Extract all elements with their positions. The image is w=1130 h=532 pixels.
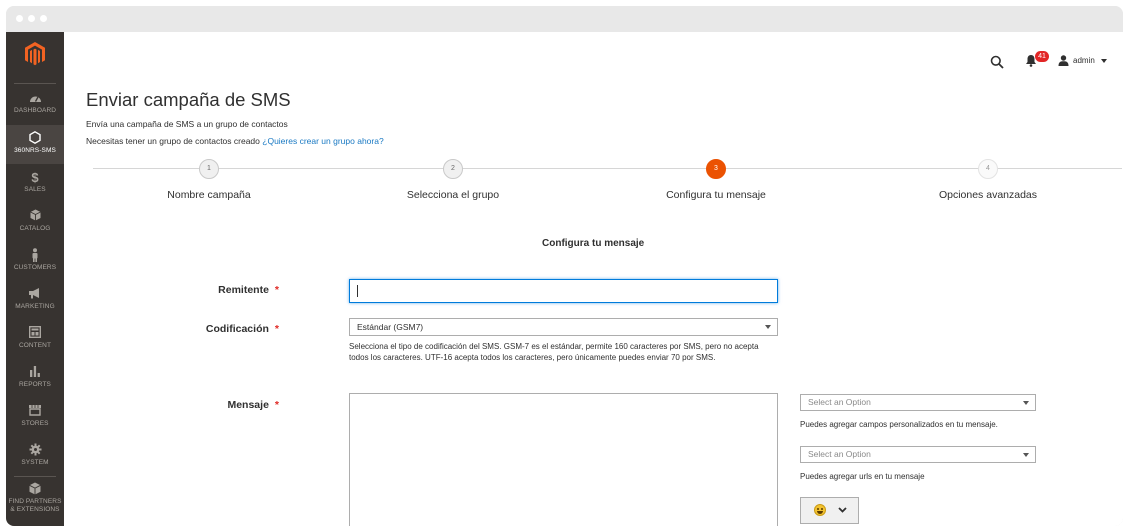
magento-logo-icon [25,42,45,66]
encoding-select-value: Estándar (GSM7) [357,322,424,332]
user-icon [1058,55,1069,67]
sidebar-item-label: REPORTS [18,381,51,388]
dropdown-arrow-icon [1023,452,1029,457]
field-label-text: Codificación [205,323,269,335]
sidebar-item-marketing[interactable]: MARKETING [6,281,64,320]
cube-icon [6,482,64,498]
step-3[interactable]: 3 Configura tu mensaje [616,159,816,201]
store-icon [6,404,64,420]
step-number: 3 [706,159,726,179]
intro-text-group: Necesitas tener un grupo de contactos cr… [86,136,384,146]
search-icon[interactable] [990,55,1004,69]
sidebar-item-label: SYSTEM [21,459,49,466]
message-label: Mensaje * [89,399,279,411]
sidebar-item-label: CUSTOMERS [13,264,57,271]
sidebar-item-label: STORES [21,420,49,427]
window-dot [28,15,35,22]
step-label: Selecciona el grupo [406,189,500,201]
message-textarea[interactable] [349,393,778,526]
chevron-down-icon [1101,58,1108,63]
sidebar-item-find-partners[interactable]: FIND PARTNERS & EXTENSIONS [6,479,64,525]
chevron-down-icon [838,507,847,513]
magento-logo[interactable] [6,32,64,80]
sidebar-item-reports[interactable]: REPORTS [6,359,64,398]
field-label-text: Remitente [218,284,269,296]
hexagon-icon [6,130,64,147]
field-label-text: Mensaje [227,399,269,411]
sidebar-item-label: DASHBOARD [13,107,57,114]
sidebar-item-system[interactable]: SYSTEM [6,437,64,476]
step-label: Configura tu mensaje [666,189,766,201]
encoding-select[interactable]: Estándar (GSM7) [349,318,778,336]
step-1[interactable]: 1 Nombre campaña [109,159,309,201]
notification-badge: 41 [1035,51,1049,62]
admin-sidebar: DASHBOARD 360NRS-SMS $ SALES CATALOG CUS… [6,32,64,526]
custom-fields-select[interactable]: Select an Option [800,394,1036,411]
step-number: 1 [199,159,219,179]
dashboard-icon [6,91,64,107]
window-dot [16,15,23,22]
browser-frame: DASHBOARD 360NRS-SMS $ SALES CATALOG CUS… [6,6,1123,526]
urls-note: Puedes agregar urls en tu mensaje [800,472,925,481]
required-mark: * [274,284,279,296]
text-caret [357,285,358,297]
bar-chart-icon [6,365,64,381]
custom-fields-note: Puedes agregar campos personalizados en … [800,420,998,429]
box-icon [6,209,64,225]
page-title: Enviar campaña de SMS [86,89,291,110]
required-mark: * [274,399,279,411]
main-content: 41 admin Enviar campaña de SMS Envía una… [64,32,1123,526]
section-title: Configura tu mensaje [542,238,645,249]
layout-icon [6,325,64,342]
required-mark: * [274,323,279,335]
intro-text: Necesitas tener un grupo de contactos cr… [86,136,260,146]
sidebar-item-label: SALES [24,186,46,193]
custom-fields-select-value: Select an Option [808,397,871,407]
urls-select-value: Select an Option [808,449,871,459]
create-group-link[interactable]: ¿Quieres crear un grupo ahora? [262,136,383,146]
dropdown-arrow-icon [765,325,771,329]
window-dot [40,15,47,22]
gear-icon [6,443,64,459]
sidebar-item-sales[interactable]: $ SALES [6,164,64,203]
emoji-picker-button[interactable] [800,497,859,524]
step-2[interactable]: 2 Selecciona el grupo [353,159,553,201]
smiley-icon [814,504,826,516]
megaphone-icon [6,287,64,303]
sidebar-item-customers[interactable]: CUSTOMERS [6,242,64,281]
sender-label: Remitente * [89,284,279,296]
step-label: Nombre campaña [167,189,251,201]
sidebar-item-360nrs-sms[interactable]: 360NRS-SMS [6,125,64,164]
intro-text: Envía una campaña de SMS a un grupo de c… [86,119,288,129]
sidebar-item-dashboard[interactable]: DASHBOARD [6,85,64,124]
sidebar-item-content[interactable]: CONTENT [6,320,64,359]
sidebar-divider [14,476,56,477]
sidebar-item-label: MARKETING [15,303,55,310]
sidebar-item-label: CONTENT [18,342,52,349]
user-name: admin [1073,56,1095,65]
dropdown-arrow-icon [1023,400,1029,405]
sender-input[interactable] [349,279,778,303]
window-chrome [6,6,1123,32]
encoding-label: Codificación * [89,323,279,335]
sidebar-item-label: FIND PARTNERS & EXTENSIONS [8,498,62,513]
step-4[interactable]: 4 Opciones avanzadas [888,159,1088,201]
user-menu[interactable]: admin [1058,54,1111,68]
urls-select[interactable]: Select an Option [800,446,1036,463]
step-number: 2 [443,159,463,179]
sidebar-item-label: 360NRS-SMS [14,147,56,154]
sidebar-item-catalog[interactable]: CATALOG [6,203,64,242]
sidebar-item-label: CATALOG [19,225,51,232]
step-label: Opciones avanzadas [938,189,1038,201]
person-icon [6,248,64,264]
step-number: 4 [978,159,998,179]
encoding-note: Selecciona el tipo de codificación del S… [349,342,759,362]
sidebar-item-stores[interactable]: STORES [6,398,64,437]
dollar-icon: $ [31,170,39,185]
sidebar-divider [14,83,56,84]
